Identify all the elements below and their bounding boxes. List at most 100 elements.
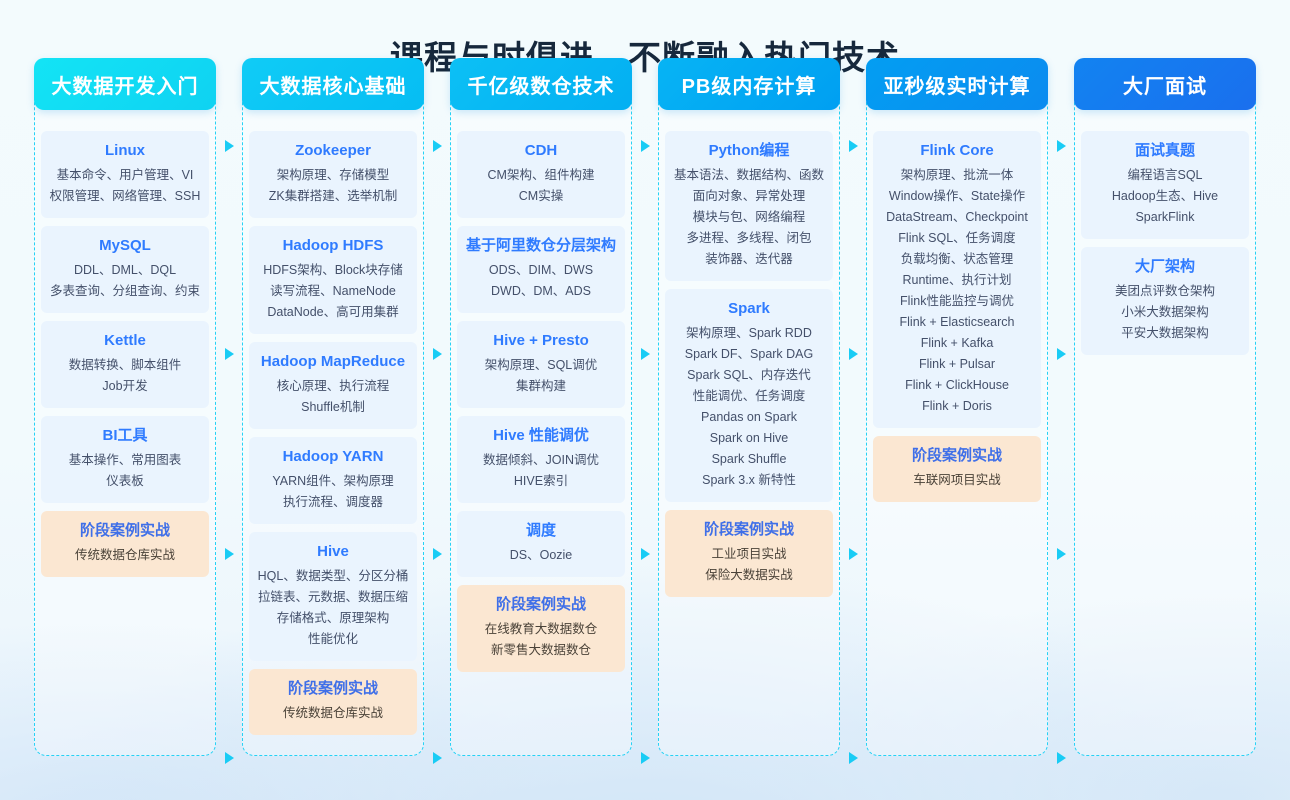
card-line: 性能调优、任务调度: [692, 389, 806, 403]
card-line: 基本操作、常用图表: [68, 453, 182, 467]
topic-card[interactable]: Hive 性能调优 数据倾斜、JOIN调优 HIVE索引: [457, 416, 625, 503]
card-title: Hadoop YARN: [282, 448, 384, 465]
roadmap-board: 大数据开发入门 Linux 基本命令、用户管理、VI 权限管理、网络管理、SSH MyS…: [0, 58, 1290, 764]
card-title: Hadoop MapReduce: [260, 353, 406, 370]
topic-card[interactable]: Hadoop MapReduce 核心原理、执行流程 Shuffle机制: [249, 342, 417, 429]
card-line: 架构原理、批流一体: [900, 168, 1014, 182]
triangle-right-icon: [1056, 140, 1066, 152]
card-title: 阶段案例实战: [911, 447, 1002, 464]
topic-card[interactable]: Hive + Presto 架构原理、SQL调优 集群构建: [457, 321, 625, 408]
card-line: Spark Shuffle: [711, 452, 787, 466]
card-line: 保险大数据实战: [705, 568, 793, 582]
card-line: 多表查询、分组查询、约束: [49, 284, 200, 298]
card-line: YARN组件、架构原理: [272, 474, 394, 488]
triangle-right-icon: [1056, 752, 1066, 764]
topic-card[interactable]: BI工具 基本操作、常用图表 仪表板: [41, 416, 209, 503]
card-line: Flink性能监控与调优: [900, 294, 1014, 308]
card-line: Flink + ClickHouse: [905, 378, 1009, 392]
card-title: Spark: [728, 300, 770, 317]
triangle-right-icon: [848, 752, 858, 764]
card-line: 基本命令、用户管理、VI: [56, 168, 194, 182]
topic-card[interactable]: Hive HQL、数据类型、分区分桶 拉链表、元数据、数据压缩 存储格式、原理架构 性能…: [249, 532, 417, 661]
card-line: 新零售大数据数仓: [490, 643, 591, 657]
card-line: 模块与包、网络编程: [692, 210, 806, 224]
triangle-right-icon: [224, 140, 234, 152]
topic-card[interactable]: MySQL DDL、DML、DQL 多表查询、分组查询、约束: [41, 226, 209, 313]
card-line: ZK集群搭建、选举机制: [268, 189, 398, 203]
card-line: CM架构、组件构建: [487, 168, 595, 182]
card-line: 权限管理、网络管理、SSH: [49, 189, 201, 203]
topic-card[interactable]: 面试真题 编程语言SQL Hadoop生态、Hive SparkFlink: [1081, 131, 1249, 239]
triangle-right-icon: [432, 548, 442, 560]
card-line: 存储格式、原理架构: [276, 611, 390, 625]
topic-card[interactable]: Linux 基本命令、用户管理、VI 权限管理、网络管理、SSH: [41, 131, 209, 218]
triangle-right-icon: [1056, 548, 1066, 560]
card-line: CM实操: [518, 189, 564, 203]
card-line: 读写流程、NameNode: [270, 284, 396, 298]
card-line: HIVE索引: [513, 474, 569, 488]
card-title: CDH: [524, 142, 558, 159]
stage-column: 大数据开发入门 Linux 基本命令、用户管理、VI 权限管理、网络管理、SSH MyS…: [34, 58, 216, 756]
card-title: 阶段案例实战: [79, 522, 170, 539]
card-line: 基本语法、数据结构、函数: [673, 168, 824, 182]
topic-card[interactable]: 大厂架构 美团点评数仓架构 小米大数据架构 平安大数据架构: [1081, 247, 1249, 355]
card-line: DataNode、高可用集群: [267, 305, 399, 319]
stage-column: 大厂面试 面试真题 编程语言SQL Hadoop生态、Hive SparkFlink 大厂…: [1074, 58, 1256, 756]
card-title: 面试真题: [1134, 142, 1195, 159]
card-title: BI工具: [102, 427, 148, 444]
practice-card[interactable]: 阶段案例实战 工业项目实战 保险大数据实战: [665, 510, 833, 597]
triangle-right-icon: [640, 140, 650, 152]
triangle-right-icon: [848, 348, 858, 360]
card-title: Python编程: [708, 142, 790, 159]
triangle-right-icon: [432, 752, 442, 764]
topic-card[interactable]: Kettle 数据转换、脚本组件 Job开发: [41, 321, 209, 408]
card-line: 传统数据仓库实战: [282, 706, 383, 720]
practice-card[interactable]: 阶段案例实战 在线教育大数据数仓 新零售大数据数仓: [457, 585, 625, 672]
card-line: HDFS架构、Block块存储: [263, 263, 403, 277]
card-line: 集群构建: [515, 379, 566, 393]
stage-column-body: 大数据核心基础 Zookeeper 架构原理、存储模型 ZK集群搭建、选举机制 Hado…: [242, 58, 424, 756]
card-line: 传统数据仓库实战: [74, 548, 175, 562]
card-line: 平安大数据架构: [1121, 326, 1209, 340]
topic-card[interactable]: 调度 DS、Oozie: [457, 511, 625, 577]
stage-header-3[interactable]: 千亿级数仓技术: [450, 58, 632, 110]
card-line: Spark DF、Spark DAG: [684, 347, 814, 361]
card-line: 编程语言SQL: [1127, 168, 1203, 182]
stage-header-2[interactable]: 大数据核心基础: [242, 58, 424, 110]
card-line: 面向对象、异常处理: [692, 189, 806, 203]
topic-card[interactable]: Python编程 基本语法、数据结构、函数 面向对象、异常处理 模块与包、网络编程 多进…: [665, 131, 833, 281]
stage-column-body: 大厂面试 面试真题 编程语言SQL Hadoop生态、Hive SparkFlink 大厂…: [1074, 58, 1256, 756]
topic-card[interactable]: Hadoop HDFS HDFS架构、Block块存储 读写流程、NameNode D…: [249, 226, 417, 334]
card-line: 架构原理、SQL调优: [484, 358, 598, 372]
topic-card[interactable]: Spark 架构原理、Spark RDD Spark DF、Spark DAG Spa…: [665, 289, 833, 502]
card-line: 拉链表、元数据、数据压缩: [257, 590, 408, 604]
topic-card[interactable]: Hadoop YARN YARN组件、架构原理 执行流程、调度器: [249, 437, 417, 524]
card-line: DS、Oozie: [509, 548, 573, 562]
card-line: Flink + Kafka: [920, 336, 994, 350]
card-title: Hive + Presto: [493, 332, 589, 349]
topic-card[interactable]: CDH CM架构、组件构建 CM实操: [457, 131, 625, 218]
card-line: Window操作、State操作: [888, 189, 1026, 203]
triangle-right-icon: [848, 548, 858, 560]
triangle-right-icon: [640, 752, 650, 764]
card-line: 数据倾斜、JOIN调优: [483, 453, 599, 467]
practice-card[interactable]: 阶段案例实战 车联网项目实战: [873, 436, 1041, 502]
triangle-right-icon: [224, 348, 234, 360]
topic-card[interactable]: 基于阿里数仓分层架构 ODS、DIM、DWS DWD、DM、ADS: [457, 226, 625, 313]
card-title: Kettle: [104, 332, 146, 349]
card-line: ODS、DIM、DWS: [488, 263, 594, 277]
card-line: Shuffle机制: [301, 400, 365, 414]
stage-header-6[interactable]: 大厂面试: [1074, 58, 1256, 110]
practice-card[interactable]: 阶段案例实战 传统数据仓库实战: [41, 511, 209, 577]
topic-card[interactable]: Flink Core 架构原理、批流一体 Window操作、State操作 DataS…: [873, 131, 1041, 428]
card-line: 架构原理、存储模型: [276, 168, 390, 182]
card-line: Flink + Doris: [922, 399, 992, 413]
topic-card[interactable]: Zookeeper 架构原理、存储模型 ZK集群搭建、选举机制: [249, 131, 417, 218]
stage-header-4[interactable]: PB级内存计算: [658, 58, 840, 110]
card-line: 美团点评数仓架构: [1114, 284, 1215, 298]
stage-header-1[interactable]: 大数据开发入门: [34, 58, 216, 110]
practice-card[interactable]: 阶段案例实战 传统数据仓库实战: [249, 669, 417, 735]
card-title: 阶段案例实战: [495, 596, 586, 613]
stage-column-body: 大数据开发入门 Linux 基本命令、用户管理、VI 权限管理、网络管理、SSH MyS…: [34, 58, 216, 756]
stage-header-5[interactable]: 亚秒级实时计算: [866, 58, 1048, 110]
